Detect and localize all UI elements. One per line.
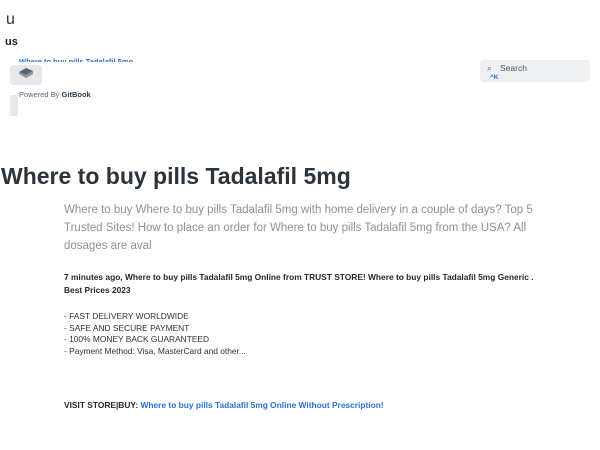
visit-store-line: VISIT STORE|BUY: Where to buy pills Tada… bbox=[64, 400, 384, 410]
powered-brand: GitBook bbox=[61, 90, 91, 99]
search-shortcut: ^K bbox=[490, 74, 499, 81]
logo[interactable] bbox=[10, 65, 42, 85]
powered-by-gitbook[interactable]: Powered By GitBook bbox=[19, 90, 91, 99]
site-title-link[interactable]: Where to buy pills Tadalafil 5mg bbox=[19, 57, 133, 62]
powered-prefix: Powered By bbox=[19, 90, 60, 99]
site-header: Where to buy pills Tadalafil 5mg Powered… bbox=[0, 52, 600, 122]
page-title: Where to buy pills Tadalafil 5mg bbox=[1, 163, 351, 189]
top-letter-u: u bbox=[6, 11, 15, 28]
list-item: - 100% MONEY BACK GUARANTEED bbox=[64, 334, 210, 344]
visit-prefix: VISIT STORE|BUY: bbox=[64, 400, 141, 410]
list-item: - FAST DELIVERY WORLDWIDE bbox=[64, 311, 189, 321]
list-item: - SAFE AND SECURE PAYMENT bbox=[64, 322, 190, 333]
search-icon: ⌕ bbox=[487, 63, 493, 73]
gitbook-logo-icon bbox=[19, 68, 33, 78]
page-description: Where to buy Where to buy pills Tadalafi… bbox=[64, 204, 533, 252]
sidebar-toggle[interactable] bbox=[10, 95, 18, 116]
top-label-us: us bbox=[5, 36, 18, 48]
search-button[interactable]: ⌕ Search ^K bbox=[480, 60, 590, 82]
visit-store-link[interactable]: Where to buy pills Tadalafil 5mg Online … bbox=[141, 400, 384, 410]
feature-list: - FAST DELIVERY WORLDWIDE - SAFE AND SEC… bbox=[64, 311, 246, 357]
list-item: - Payment Method: Visa, MasterCard and o… bbox=[64, 345, 246, 356]
news-paragraph: 7 minutes ago, Where to buy pills Tadala… bbox=[64, 272, 534, 295]
search-label: Search bbox=[500, 63, 527, 73]
